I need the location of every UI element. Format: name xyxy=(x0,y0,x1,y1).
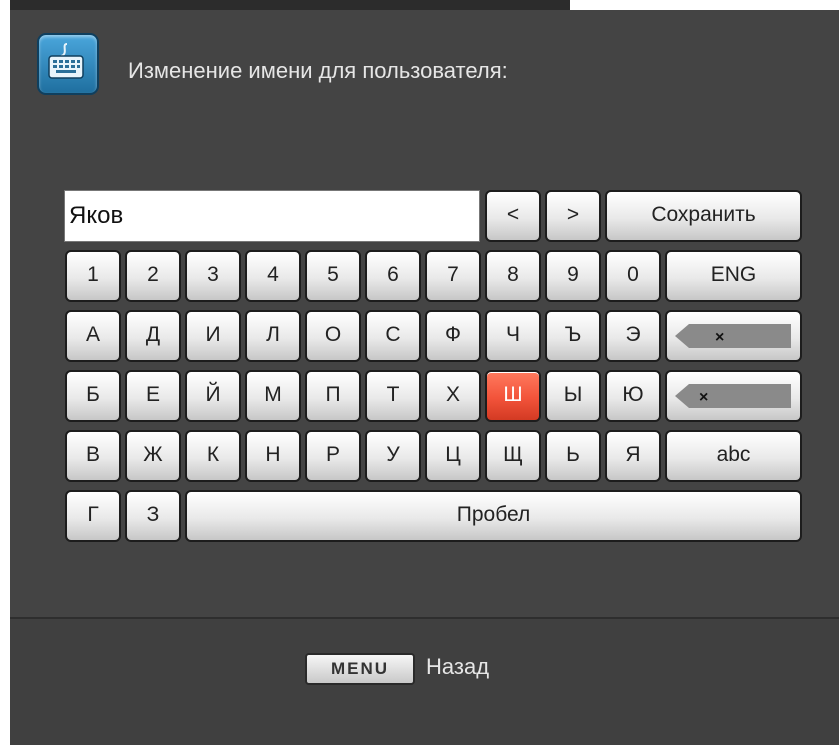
digit-key[interactable]: 4 xyxy=(245,250,301,302)
clear-icon: × xyxy=(675,384,791,408)
letter-key[interactable]: М xyxy=(245,370,301,422)
letter-key[interactable]: Н xyxy=(245,430,301,482)
name-input[interactable]: Яков xyxy=(64,190,480,242)
letter-key[interactable]: С xyxy=(365,310,421,362)
abc-mode-button[interactable]: abc xyxy=(665,430,802,482)
letter-key[interactable]: О xyxy=(305,310,361,362)
keyboard-icon xyxy=(37,33,99,95)
back-label: Назад xyxy=(426,654,490,679)
letter-key[interactable]: Р xyxy=(305,430,361,482)
letter-key[interactable]: П xyxy=(305,370,361,422)
digit-key[interactable]: 2 xyxy=(125,250,181,302)
digit-key[interactable]: 3 xyxy=(185,250,241,302)
clear-button[interactable]: × xyxy=(665,370,802,422)
letter-key[interactable]: Ф xyxy=(425,310,481,362)
footer-area xyxy=(10,619,839,745)
top-strip xyxy=(10,0,570,10)
cursor-right-button[interactable]: > xyxy=(545,190,601,242)
letter-key[interactable]: Е xyxy=(125,370,181,422)
letter-key[interactable]: А xyxy=(65,310,121,362)
letter-key[interactable]: Ю xyxy=(605,370,661,422)
letter-key[interactable]: Х xyxy=(425,370,481,422)
space-button[interactable]: Пробел xyxy=(185,490,802,542)
dialog-title: Изменение имени для пользователя: xyxy=(128,58,508,83)
letter-key[interactable]: Щ xyxy=(485,430,541,482)
clear-glyph: × xyxy=(699,389,708,406)
save-button[interactable]: Сохранить xyxy=(605,190,802,242)
letter-key[interactable]: И xyxy=(185,310,241,362)
letter-key[interactable]: Ч xyxy=(485,310,541,362)
menu-button[interactable]: MENU xyxy=(305,653,415,685)
cursor-left-button[interactable]: < xyxy=(485,190,541,242)
digit-key[interactable]: 6 xyxy=(365,250,421,302)
letter-key[interactable]: Д xyxy=(125,310,181,362)
letter-key[interactable]: У xyxy=(365,430,421,482)
letter-key[interactable]: Ь xyxy=(545,430,601,482)
letter-key[interactable]: Э xyxy=(605,310,661,362)
backspace-glyph: × xyxy=(715,329,724,346)
letter-key[interactable]: Й xyxy=(185,370,241,422)
letter-key[interactable]: Ы xyxy=(545,370,601,422)
backspace-button[interactable]: × xyxy=(665,310,802,362)
letter-key[interactable]: Б xyxy=(65,370,121,422)
digit-key[interactable]: 5 xyxy=(305,250,361,302)
language-toggle-button[interactable]: ENG xyxy=(665,250,802,302)
digit-key[interactable]: 0 xyxy=(605,250,661,302)
letter-key[interactable]: Ж xyxy=(125,430,181,482)
digit-key[interactable]: 7 xyxy=(425,250,481,302)
digit-key[interactable]: 1 xyxy=(65,250,121,302)
digit-key[interactable]: 8 xyxy=(485,250,541,302)
letter-key[interactable]: Ш xyxy=(485,370,541,422)
digit-key[interactable]: 9 xyxy=(545,250,601,302)
letter-key[interactable]: Ц xyxy=(425,430,481,482)
letter-key[interactable]: Я xyxy=(605,430,661,482)
letter-key[interactable]: З xyxy=(125,490,181,542)
letter-key[interactable]: В xyxy=(65,430,121,482)
letter-key[interactable]: Л xyxy=(245,310,301,362)
letter-key[interactable]: Г xyxy=(65,490,121,542)
backspace-icon: × xyxy=(675,324,791,348)
letter-key[interactable]: Т xyxy=(365,370,421,422)
letter-key[interactable]: Ъ xyxy=(545,310,601,362)
letter-key[interactable]: К xyxy=(185,430,241,482)
